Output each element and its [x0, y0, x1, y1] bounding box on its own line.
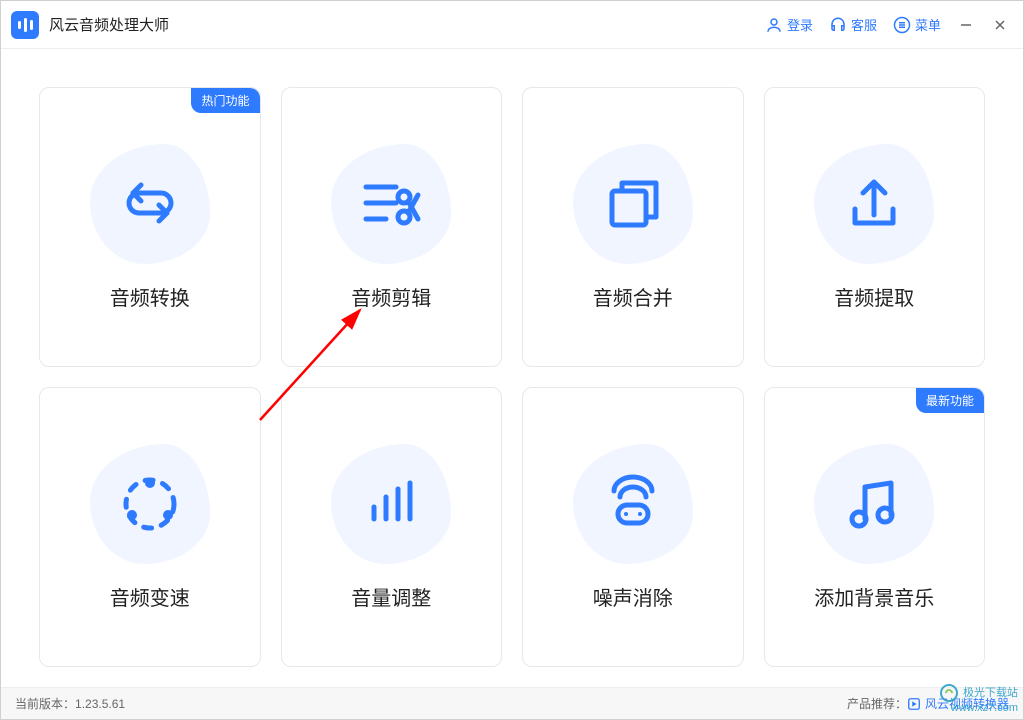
recommend-product: 风云视频转换器 — [925, 695, 1009, 712]
user-icon — [765, 16, 783, 34]
card-audio-merge[interactable]: 音频合并 — [522, 87, 744, 367]
card-label: 音频变速 — [110, 582, 190, 611]
feature-grid: 热门功能 音频转换 — [39, 87, 985, 667]
card-volume-adjust[interactable]: 音量调整 — [281, 387, 503, 667]
app-logo-icon — [11, 11, 39, 39]
badge-new: 最新功能 — [916, 388, 984, 413]
app-window: 风云音频处理大师 登录 客服 菜单 — [0, 0, 1024, 720]
headset-icon — [829, 16, 847, 34]
login-label: 登录 — [787, 15, 813, 34]
noise-icon — [573, 444, 693, 564]
version-value: 1.23.5.61 — [75, 697, 125, 711]
close-button[interactable] — [991, 16, 1009, 34]
support-label: 客服 — [851, 15, 877, 34]
card-label: 音频转换 — [110, 282, 190, 311]
minimize-button[interactable] — [957, 16, 975, 34]
close-icon — [993, 18, 1007, 32]
titlebar-actions: 登录 客服 菜单 — [765, 15, 1009, 34]
card-audio-speed[interactable]: 音频变速 — [39, 387, 261, 667]
content-area: 热门功能 音频转换 — [1, 49, 1023, 687]
support-button[interactable]: 客服 — [829, 15, 877, 34]
recommend-label: 产品推荐： — [847, 695, 907, 712]
minimize-icon — [959, 18, 973, 32]
cut-icon — [331, 144, 451, 264]
card-label: 噪声消除 — [593, 582, 673, 611]
app-title: 风云音频处理大师 — [49, 14, 169, 35]
version-label: 当前版本： — [15, 695, 75, 712]
menu-button[interactable]: 菜单 — [893, 15, 941, 34]
music-icon — [814, 444, 934, 564]
statusbar: 当前版本： 1.23.5.61 产品推荐： 风云视频转换器 — [1, 687, 1023, 719]
login-button[interactable]: 登录 — [765, 15, 813, 34]
menu-label: 菜单 — [915, 15, 941, 34]
card-label: 音频合并 — [593, 282, 673, 311]
card-audio-extract[interactable]: 音频提取 — [764, 87, 986, 367]
volume-icon — [331, 444, 451, 564]
card-label: 音量调整 — [351, 582, 431, 611]
recommend-link[interactable]: 风云视频转换器 — [907, 695, 1009, 712]
card-add-bgm[interactable]: 最新功能 添加背景音乐 — [764, 387, 986, 667]
badge-hot: 热门功能 — [191, 88, 259, 113]
product-icon — [907, 697, 921, 711]
card-label: 添加背景音乐 — [814, 582, 934, 611]
card-audio-cut[interactable]: 音频剪辑 — [281, 87, 503, 367]
speed-icon — [90, 444, 210, 564]
card-label: 音频提取 — [834, 282, 914, 311]
card-audio-convert[interactable]: 热门功能 音频转换 — [39, 87, 261, 367]
card-noise-reduce[interactable]: 噪声消除 — [522, 387, 744, 667]
card-label: 音频剪辑 — [351, 282, 431, 311]
menu-icon — [893, 16, 911, 34]
merge-icon — [573, 144, 693, 264]
convert-icon — [90, 144, 210, 264]
extract-icon — [814, 144, 934, 264]
titlebar: 风云音频处理大师 登录 客服 菜单 — [1, 1, 1023, 49]
